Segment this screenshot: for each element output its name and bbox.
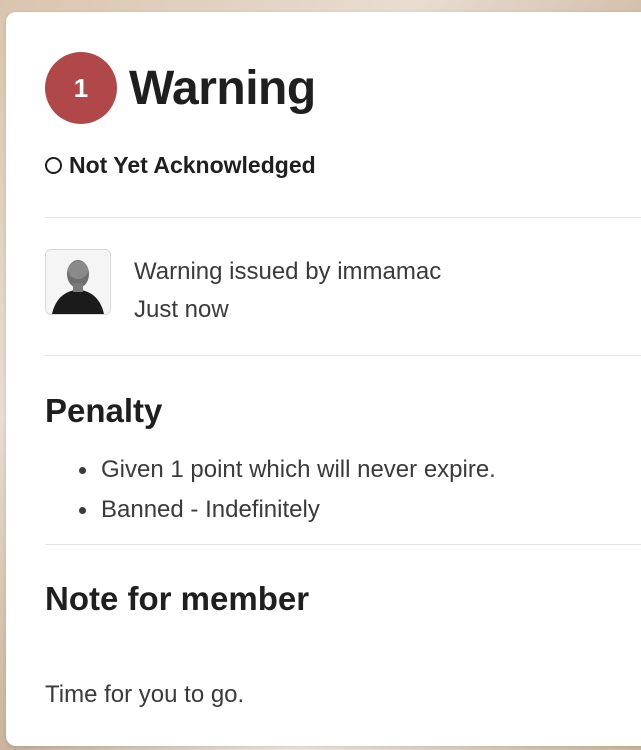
warning-title: Warning bbox=[129, 61, 316, 115]
bullet-icon bbox=[79, 507, 86, 514]
issuer-info: Warning issued by immamac Just now bbox=[45, 249, 441, 329]
divider bbox=[45, 217, 641, 218]
note-heading: Note for member bbox=[45, 580, 310, 617]
list-item: Given 1 point which will never expire. bbox=[79, 450, 496, 490]
acknowledgement-status: Not Yet Acknowledged bbox=[45, 152, 316, 179]
avatar[interactable] bbox=[45, 249, 111, 315]
issued-by-text: Warning issued by immamac bbox=[134, 258, 442, 285]
divider bbox=[45, 544, 641, 545]
warning-count-badge: 1 bbox=[45, 52, 117, 124]
note-text: Time for you to go. bbox=[45, 681, 245, 708]
bullet-icon bbox=[79, 467, 86, 474]
divider bbox=[45, 355, 641, 356]
avatar-image bbox=[46, 250, 110, 314]
penalty-item-text: Given 1 point which will never expire. bbox=[101, 456, 496, 483]
warning-header: 1 Warning bbox=[45, 52, 316, 124]
warning-card: 1 Warning Not Yet Acknowledged Warning i… bbox=[6, 12, 641, 746]
empty-circle-icon bbox=[45, 157, 62, 174]
penalty-list: Given 1 point which will never expire. B… bbox=[79, 450, 496, 530]
penalty-item-text: Banned - Indefinitely bbox=[101, 496, 320, 523]
issuer-text: Warning issued by immamac Just now bbox=[134, 249, 441, 329]
acknowledgement-status-text: Not Yet Acknowledged bbox=[69, 152, 316, 178]
list-item: Banned - Indefinitely bbox=[79, 490, 496, 530]
penalty-heading: Penalty bbox=[45, 392, 163, 429]
issued-time: Just now bbox=[134, 296, 229, 323]
